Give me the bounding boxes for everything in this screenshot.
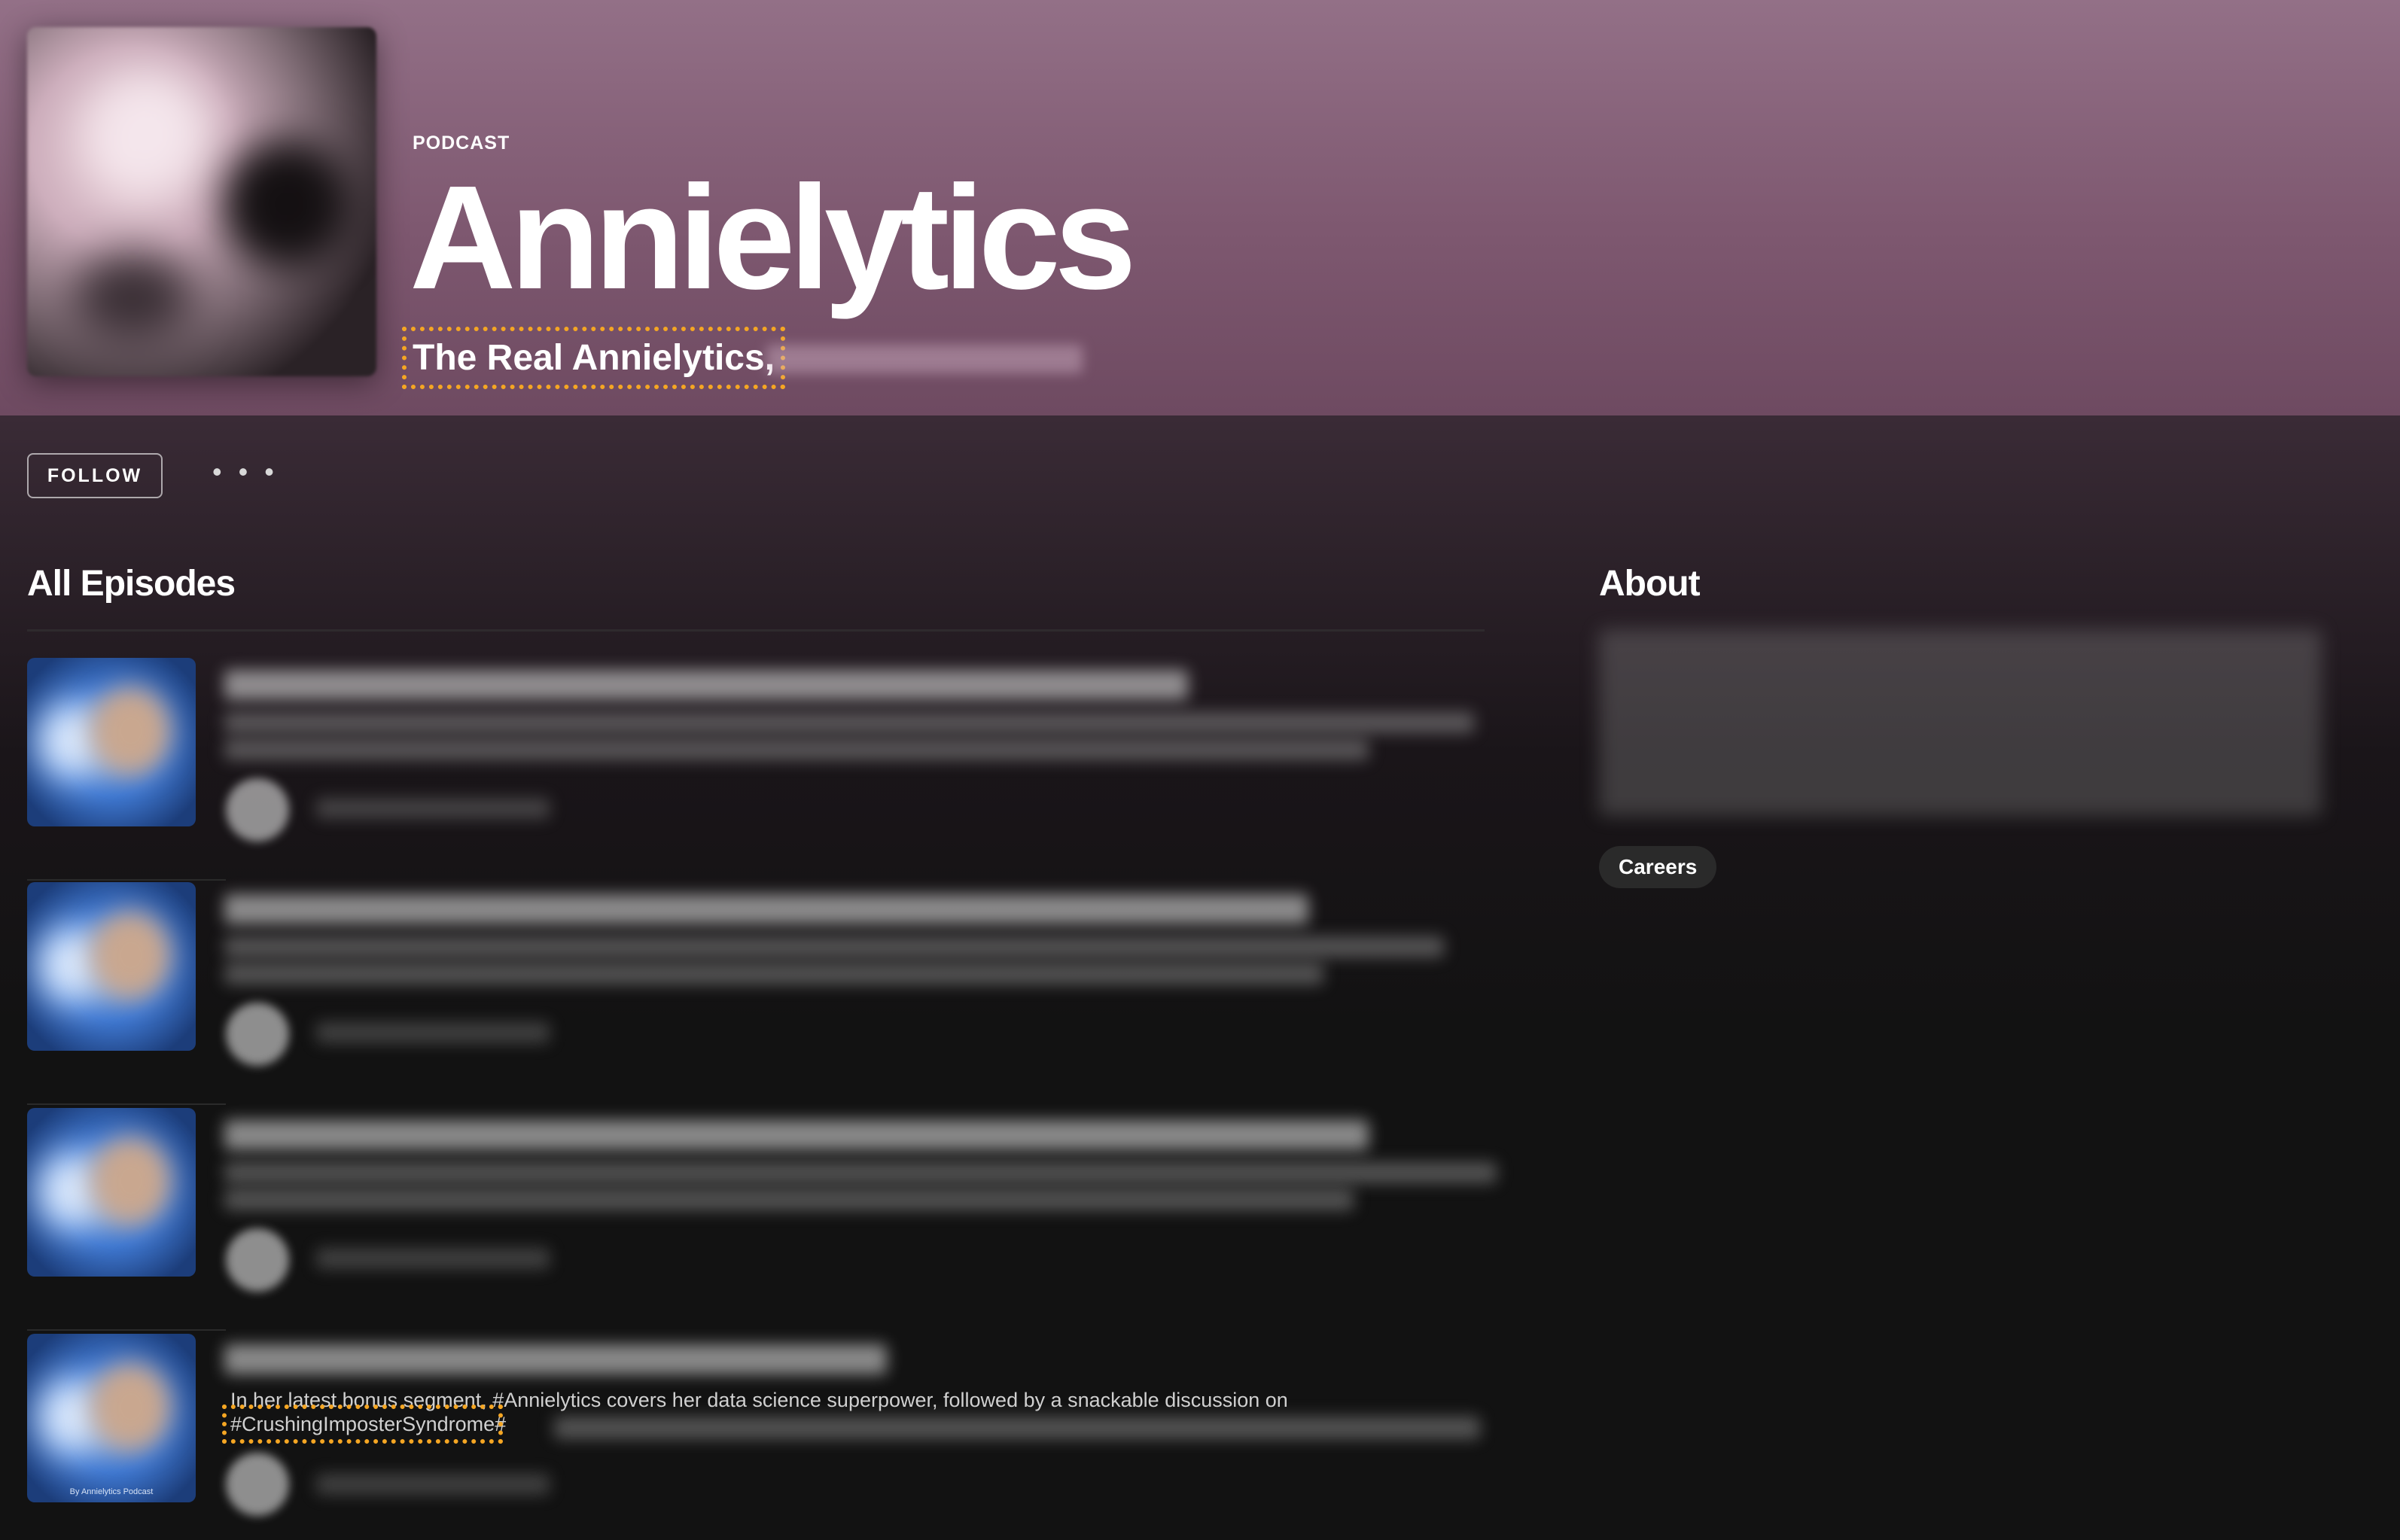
about-text-redacted (1599, 629, 2322, 816)
episode-title-redacted[interactable] (224, 1344, 887, 1374)
podcast-header: PODCAST Annielytics The Real Annielytics… (0, 0, 2400, 415)
about-heading: About (1599, 564, 1701, 604)
podcast-cover-art (27, 27, 376, 376)
all-episodes-heading: All Episodes (27, 564, 236, 604)
play-button[interactable] (226, 1228, 289, 1292)
thumbnail-caption: By Annielytics Podcast (69, 1487, 154, 1496)
more-options-button[interactable]: • • • (212, 456, 279, 488)
episode-row[interactable] (27, 882, 1485, 1105)
play-button[interactable] (226, 778, 289, 842)
podcast-title: Annielytics (410, 155, 1137, 320)
row-separator (27, 1329, 226, 1331)
episode-thumbnail[interactable]: By Annielytics Podcast (27, 1334, 196, 1502)
episode-row[interactable] (27, 658, 1485, 881)
episode-meta-redacted (316, 1248, 550, 1269)
episode-description-redacted (224, 712, 1474, 733)
trailing-hash: # (495, 1413, 507, 1435)
episode-meta-redacted (316, 1022, 550, 1043)
episode-description-redacted (224, 936, 1444, 957)
episode-thumbnail[interactable] (27, 882, 196, 1051)
redacted-publisher-text (766, 345, 1083, 373)
episode-description-redacted (224, 963, 1323, 985)
play-button[interactable] (226, 1003, 289, 1066)
episode-thumbnail[interactable] (27, 1108, 196, 1277)
publisher-byline[interactable]: The Real Annielytics, (401, 327, 786, 389)
row-separator (27, 1103, 226, 1105)
episode-title-redacted[interactable] (224, 894, 1308, 924)
episode-title-redacted[interactable] (224, 670, 1188, 700)
episode-description-redacted (224, 1162, 1497, 1183)
play-button[interactable] (226, 1453, 289, 1516)
episode-description-redacted (224, 739, 1369, 760)
episode-description-redacted (554, 1417, 1480, 1439)
follow-button[interactable]: FOLLOW (27, 453, 163, 498)
episode-meta-redacted (316, 798, 550, 819)
episode-meta-redacted (316, 1474, 550, 1495)
section-divider (27, 629, 1485, 632)
episode-thumbnail[interactable] (27, 658, 196, 826)
category-tag-careers[interactable]: Careers (1599, 846, 1717, 888)
episode-title-redacted[interactable] (224, 1120, 1369, 1150)
episode-description-line-2: #CrushingImposterSyndrome# (221, 1405, 507, 1444)
episode-description-line: In her latest bonus segment, #Annielytic… (230, 1389, 1288, 1411)
episode-row[interactable] (27, 1108, 1497, 1331)
imposter-syndrome-hashtag[interactable]: #CrushingImposterSyndrome (221, 1405, 504, 1444)
episode-description-redacted (224, 1189, 1354, 1210)
content-type-label: PODCAST (413, 132, 510, 154)
row-separator (27, 879, 226, 881)
